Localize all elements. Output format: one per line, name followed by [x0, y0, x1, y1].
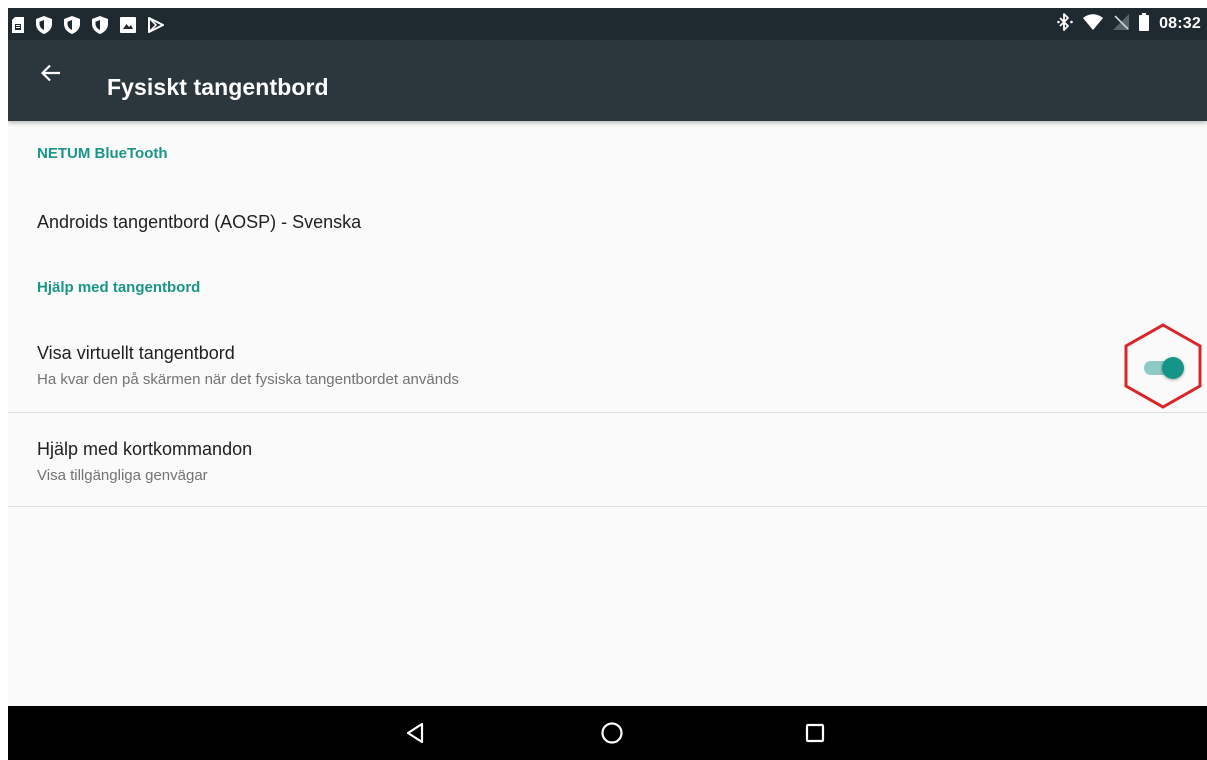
nav-recents-button[interactable]	[798, 718, 832, 748]
recents-square-icon	[805, 723, 825, 743]
switch-thumb	[1162, 357, 1184, 379]
system-status-icons: 08:32	[1057, 12, 1201, 36]
divider	[8, 506, 1207, 507]
back-arrow-icon	[41, 64, 60, 82]
shortcut-help-title: Hjälp med kortkommandon	[37, 439, 253, 459]
bluetooth-icon	[1057, 12, 1073, 36]
photo-icon	[120, 17, 136, 33]
nav-home-button[interactable]	[595, 718, 629, 748]
list-item-show-virtual-keyboard[interactable]: Visa virtuellt tangentbord Ha kvar den p…	[8, 326, 1207, 412]
show-virtual-keyboard-switch[interactable]	[1140, 352, 1192, 384]
back-triangle-icon	[406, 722, 424, 744]
nav-back-button[interactable]	[398, 718, 432, 748]
list-item-shortcut-help[interactable]: Hjälp med kortkommandon Visa tillgänglig…	[8, 413, 1207, 506]
keyboard-layout-title: Androids tangentbord (AOSP) - Svenska	[37, 212, 362, 232]
page-title: Fysiskt tangentbord	[107, 74, 329, 100]
back-button[interactable]	[36, 58, 66, 88]
home-circle-icon	[601, 722, 623, 744]
clock: 08:32	[1159, 15, 1201, 32]
section-header-device: NETUM BlueTooth	[37, 145, 168, 162]
shield-icon	[92, 16, 108, 34]
sim-card-icon	[12, 17, 24, 33]
no-signal-icon	[1113, 13, 1130, 35]
shortcut-help-summary: Visa tillgängliga genvägar	[37, 467, 208, 484]
notification-icons	[12, 16, 164, 34]
play-store-icon	[148, 17, 164, 33]
shield-icon	[64, 16, 80, 34]
wifi-icon	[1083, 13, 1104, 35]
app-bar: Fysiskt tangentbord	[8, 40, 1207, 121]
status-bar: 08:32	[8, 8, 1207, 40]
navigation-bar	[8, 706, 1207, 760]
list-item-keyboard-layout[interactable]: Androids tangentbord (AOSP) - Svenska	[8, 191, 1207, 257]
show-virtual-keyboard-summary: Ha kvar den på skärmen när det fysiska t…	[37, 371, 459, 388]
screen: 08:32 Fysiskt tangentbord NETUM BlueToot…	[8, 8, 1207, 760]
battery-icon	[1139, 12, 1150, 36]
shield-icon	[36, 16, 52, 34]
show-virtual-keyboard-title: Visa virtuellt tangentbord	[37, 343, 235, 363]
section-header-keyboard-help: Hjälp med tangentbord	[37, 279, 201, 296]
